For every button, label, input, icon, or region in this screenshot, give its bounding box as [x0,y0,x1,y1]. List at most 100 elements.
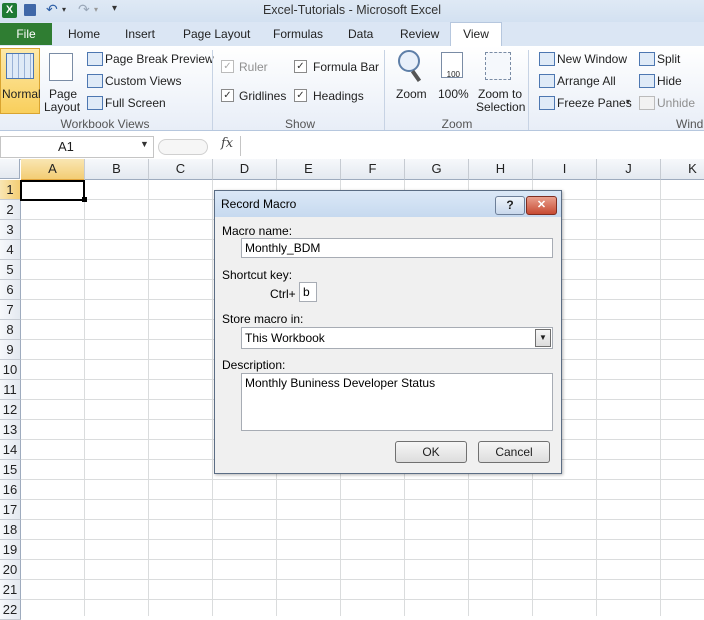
record-macro-dialog: Record Macro ? ✕ Macro name: Monthly_BDM… [214,190,562,474]
zoom-to-selection-label[interactable]: Zoom to [478,87,522,101]
close-icon[interactable]: ✕ [526,196,557,215]
column-header-h[interactable]: H [469,159,533,180]
row-header-13[interactable]: 13 [0,420,21,440]
column-header-i[interactable]: I [533,159,597,180]
headings-checkbox[interactable]: ✓ [294,89,307,102]
row-header-10[interactable]: 10 [0,360,21,380]
cancel-button[interactable]: Cancel [478,441,550,463]
row-header-7[interactable]: 7 [0,300,21,320]
column-header-f[interactable]: F [341,159,405,180]
arrange-all-button[interactable]: Arrange All [557,74,616,88]
formula-bar-checkbox[interactable]: ✓ [294,60,307,73]
column-header-e[interactable]: E [277,159,341,180]
zoom-to-selection-icon [485,52,511,80]
zoom-button[interactable]: Zoom [396,87,427,101]
row-header-12[interactable]: 12 [0,400,21,420]
column-header-g[interactable]: G [405,159,469,180]
ok-button[interactable]: OK [395,441,467,463]
group-separator [384,50,385,130]
row-header-9[interactable]: 9 [0,340,21,360]
row-header-8[interactable]: 8 [0,320,21,340]
row-header-18[interactable]: 18 [0,520,21,540]
row-header-6[interactable]: 6 [0,280,21,300]
row-header-22[interactable]: 22 [0,600,21,620]
row-header-1[interactable]: 1 [0,180,22,200]
window-group-label: Wind [676,117,704,131]
row-header-11[interactable]: 11 [0,380,21,400]
row-header-15[interactable]: 15 [0,460,21,480]
page-layout-label-2[interactable]: Layout [44,100,80,114]
ruler-label: Ruler [239,60,268,74]
new-window-button[interactable]: New Window [557,52,627,66]
hide-button[interactable]: Hide [657,74,682,88]
normal-view-icon [6,53,34,79]
row-header-21[interactable]: 21 [0,580,21,600]
row-header-16[interactable]: 16 [0,480,21,500]
store-macro-dropdown-icon[interactable]: ▼ [535,329,551,347]
column-header-a[interactable]: A [21,159,85,181]
tab-home[interactable]: Home [68,23,100,45]
tab-review[interactable]: Review [400,23,439,45]
page-layout-label[interactable]: Page [49,87,77,101]
tab-page-layout[interactable]: Page Layout [183,23,250,45]
column-header-d[interactable]: D [213,159,277,180]
help-icon[interactable]: ? [495,196,525,215]
formula-bar-label: Formula Bar [313,60,380,74]
description-field[interactable]: Monthly Buniness Developer Status [241,373,553,431]
column-header-k[interactable]: K [661,159,704,180]
shortcut-key-field[interactable]: b [299,282,317,302]
gridlines-checkbox[interactable]: ✓ [221,89,234,102]
row-header-4[interactable]: 4 [0,240,21,260]
row-header-5[interactable]: 5 [0,260,21,280]
group-separator [212,50,213,130]
full-screen-icon [87,96,103,110]
macro-name-field[interactable]: Monthly_BDM [241,238,553,258]
new-window-icon [539,52,555,66]
tab-formulas[interactable]: Formulas [273,23,323,45]
arrange-all-icon [539,74,555,88]
zoom-to-selection-label-2[interactable]: Selection [476,100,525,114]
column-header-c[interactable]: C [149,159,213,180]
dialog-title: Record Macro [221,197,297,211]
freeze-panes-icon [539,96,555,110]
unhide-button[interactable]: Unhide [657,96,695,110]
window-title: Excel-Tutorials - Microsoft Excel [262,3,442,17]
column-header-b[interactable]: B [85,159,149,180]
tab-data[interactable]: Data [348,23,373,45]
row-header-20[interactable]: 20 [0,560,21,580]
row-header-17[interactable]: 17 [0,500,21,520]
row-header-19[interactable]: 19 [0,540,21,560]
description-label: Description: [222,358,286,372]
full-screen-button[interactable]: Full Screen [105,96,166,110]
tab-file[interactable]: File [0,23,52,45]
column-header-j[interactable]: J [597,159,661,180]
store-macro-label: Store macro in: [222,312,304,326]
formula-bar-handle-icon[interactable] [158,139,208,155]
row-header-14[interactable]: 14 [0,440,21,460]
row-header-2[interactable]: 2 [0,200,21,220]
select-all-corner[interactable] [0,159,20,179]
page-break-preview-icon [87,52,103,66]
store-macro-select[interactable]: This Workbook [241,327,553,349]
page-layout-icon [49,53,73,81]
freeze-panes-dropdown-icon[interactable]: ▾ [626,97,630,106]
page-break-preview-button[interactable]: Page Break Preview [105,52,214,66]
formula-input[interactable] [240,136,703,156]
fill-handle[interactable] [82,197,87,202]
active-cell-a1[interactable] [20,180,85,201]
zoom-100-button[interactable]: 100% [438,87,469,101]
custom-views-button[interactable]: Custom Views [105,74,181,88]
name-box-dropdown-icon[interactable]: ▼ [140,139,149,149]
group-separator [528,50,529,130]
freeze-panes-button[interactable]: Freeze Panes [557,96,632,110]
headings-label: Headings [313,89,364,103]
tab-insert[interactable]: Insert [125,23,155,45]
tab-view[interactable]: View [450,22,502,47]
ruler-checkbox[interactable]: ✓ [221,60,234,73]
unhide-icon [639,96,655,110]
fx-icon[interactable]: fx [221,136,233,151]
name-box[interactable] [0,136,154,158]
row-header-3[interactable]: 3 [0,220,21,240]
split-button[interactable]: Split [657,52,680,66]
zoom-magnifier-icon [398,50,420,72]
